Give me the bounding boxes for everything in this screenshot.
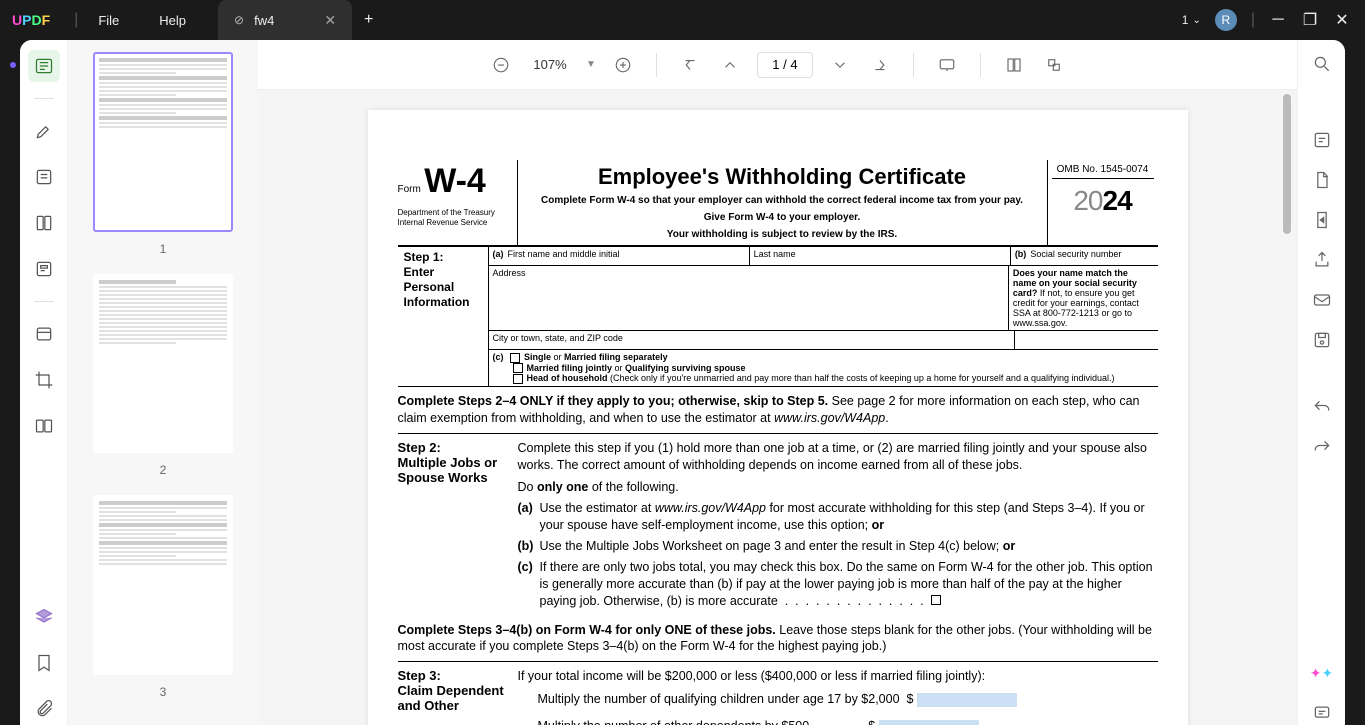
zoom-level: 107% [528, 57, 572, 72]
email-icon[interactable] [1310, 288, 1334, 312]
export-icon[interactable] [1310, 168, 1334, 192]
bookmark-icon[interactable] [28, 647, 60, 679]
thumbnail-2[interactable] [93, 274, 233, 454]
highlight-icon[interactable] [28, 115, 60, 147]
layers-icon[interactable] [28, 601, 60, 633]
thumb-label-3: 3 [160, 685, 167, 699]
thumbnail-panel: 1 2 3 [68, 40, 258, 725]
top-toolbar: 107% ▼ [258, 40, 1297, 90]
maximize-icon[interactable]: ❐ [1301, 10, 1319, 30]
step2-label: Step 2: Multiple Jobs or Spouse Works [398, 440, 518, 610]
page-input[interactable] [757, 52, 813, 78]
app-logo: UPDF [12, 12, 50, 28]
prev-page-icon[interactable] [717, 52, 743, 78]
workspace: 1 2 3 107% ▼ [20, 40, 1345, 725]
scrollbar[interactable] [1283, 94, 1291, 234]
form-icon[interactable] [28, 253, 60, 285]
zoom-out-icon[interactable] [488, 52, 514, 78]
undo-icon[interactable] [1310, 396, 1334, 420]
ocr-icon[interactable] [1310, 128, 1334, 152]
add-tab-button[interactable]: + [364, 11, 373, 29]
titlebar: UPDF | File Help ⊘fw4 ✕ + 1⌄ R | ─ ❐ ✕ [0, 0, 1365, 40]
close-window-icon[interactable]: ✕ [1333, 10, 1351, 30]
left-toolbar [20, 40, 68, 725]
next-page-icon[interactable] [827, 52, 853, 78]
active-indicator [10, 62, 16, 68]
edit-text-icon[interactable] [28, 161, 60, 193]
thumbnail-3[interactable] [93, 495, 233, 675]
redo-icon[interactable] [1310, 436, 1334, 460]
thumb-label-2: 2 [160, 463, 167, 477]
last-page-icon[interactable] [867, 52, 893, 78]
reader-mode-icon[interactable] [28, 50, 60, 82]
convert-icon[interactable] [1310, 208, 1334, 232]
document-icon: ⊘ [234, 13, 244, 27]
comment-icon[interactable] [1310, 701, 1334, 725]
dept-text: Department of the Treasury Internal Reve… [398, 208, 511, 227]
menu-file[interactable]: File [78, 13, 139, 28]
document-page: Form W-4 Department of the Treasury Inte… [368, 110, 1188, 725]
zoom-dropdown-icon[interactable]: ▼ [586, 59, 596, 70]
tab-fw4[interactable]: ⊘ fw4 ✕ [218, 0, 352, 40]
thumbnail-1[interactable] [93, 52, 233, 232]
tab-title: fw4 [254, 13, 274, 28]
ai-icon[interactable]: ✦✦ [1310, 661, 1334, 685]
step1-label: Step 1: Enter Personal Information [398, 247, 488, 386]
attachment-icon[interactable] [28, 693, 60, 725]
page-layout-icon[interactable] [1001, 52, 1027, 78]
share-icon[interactable] [1310, 248, 1334, 272]
menu-help[interactable]: Help [139, 13, 206, 28]
step3-label: Step 3: Claim Dependent and Other [398, 668, 518, 725]
compare-icon[interactable] [28, 410, 60, 442]
tab-count-dropdown[interactable]: 1⌄ [1182, 13, 1201, 27]
crop-icon[interactable] [28, 364, 60, 396]
document-scroll[interactable]: Form W-4 Department of the Treasury Inte… [258, 90, 1297, 725]
content-area: 107% ▼ Form W-4 Department of the Treasu… [258, 40, 1297, 725]
close-icon[interactable]: ✕ [324, 12, 336, 29]
presentation-icon[interactable] [934, 52, 960, 78]
form-title: Employee's Withholding Certificate [528, 164, 1037, 190]
redact-icon[interactable] [28, 318, 60, 350]
minimize-icon[interactable]: ─ [1269, 11, 1287, 29]
thumb-label-1: 1 [160, 242, 167, 256]
rotate-icon[interactable] [1041, 52, 1067, 78]
first-page-icon[interactable] [677, 52, 703, 78]
organize-icon[interactable] [28, 207, 60, 239]
search-icon[interactable] [1310, 52, 1334, 76]
right-toolbar: ✦✦ [1297, 40, 1345, 725]
save-icon[interactable] [1310, 328, 1334, 352]
avatar[interactable]: R [1215, 9, 1237, 31]
zoom-in-icon[interactable] [610, 52, 636, 78]
